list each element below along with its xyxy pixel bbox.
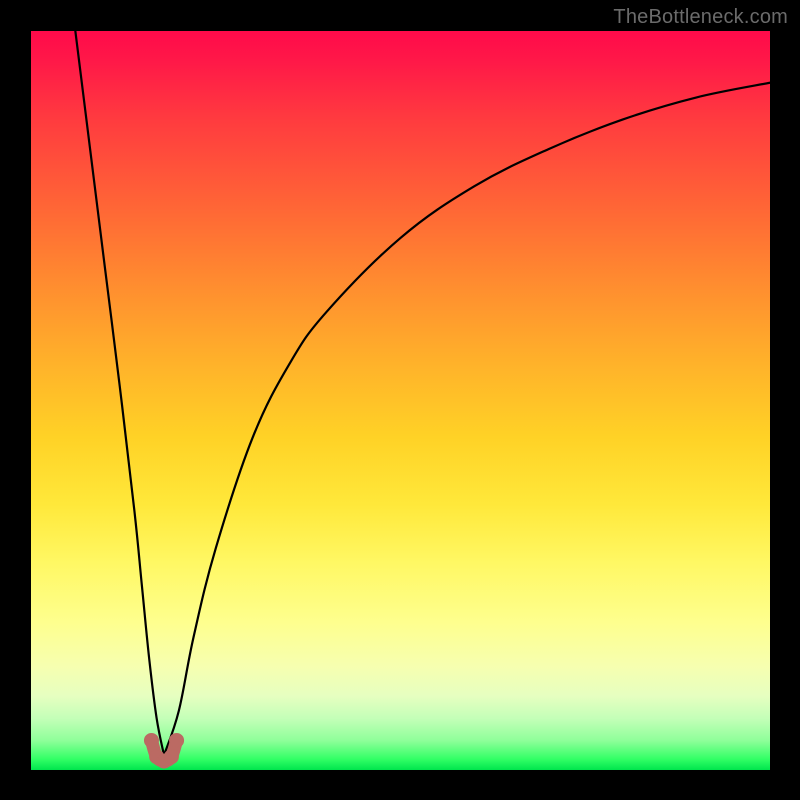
optimal-marker-dot (164, 750, 178, 764)
optimal-marker-dot (144, 733, 158, 747)
plot-area (31, 31, 770, 770)
watermark-text: TheBottleneck.com (613, 6, 788, 29)
curve-layer (31, 31, 770, 770)
curve-right-branch (164, 83, 770, 755)
curve-left-branch (75, 31, 164, 755)
chart-frame: TheBottleneck.com (0, 0, 800, 800)
optimal-marker-dot (170, 733, 184, 747)
bottleneck-curve (75, 31, 770, 755)
